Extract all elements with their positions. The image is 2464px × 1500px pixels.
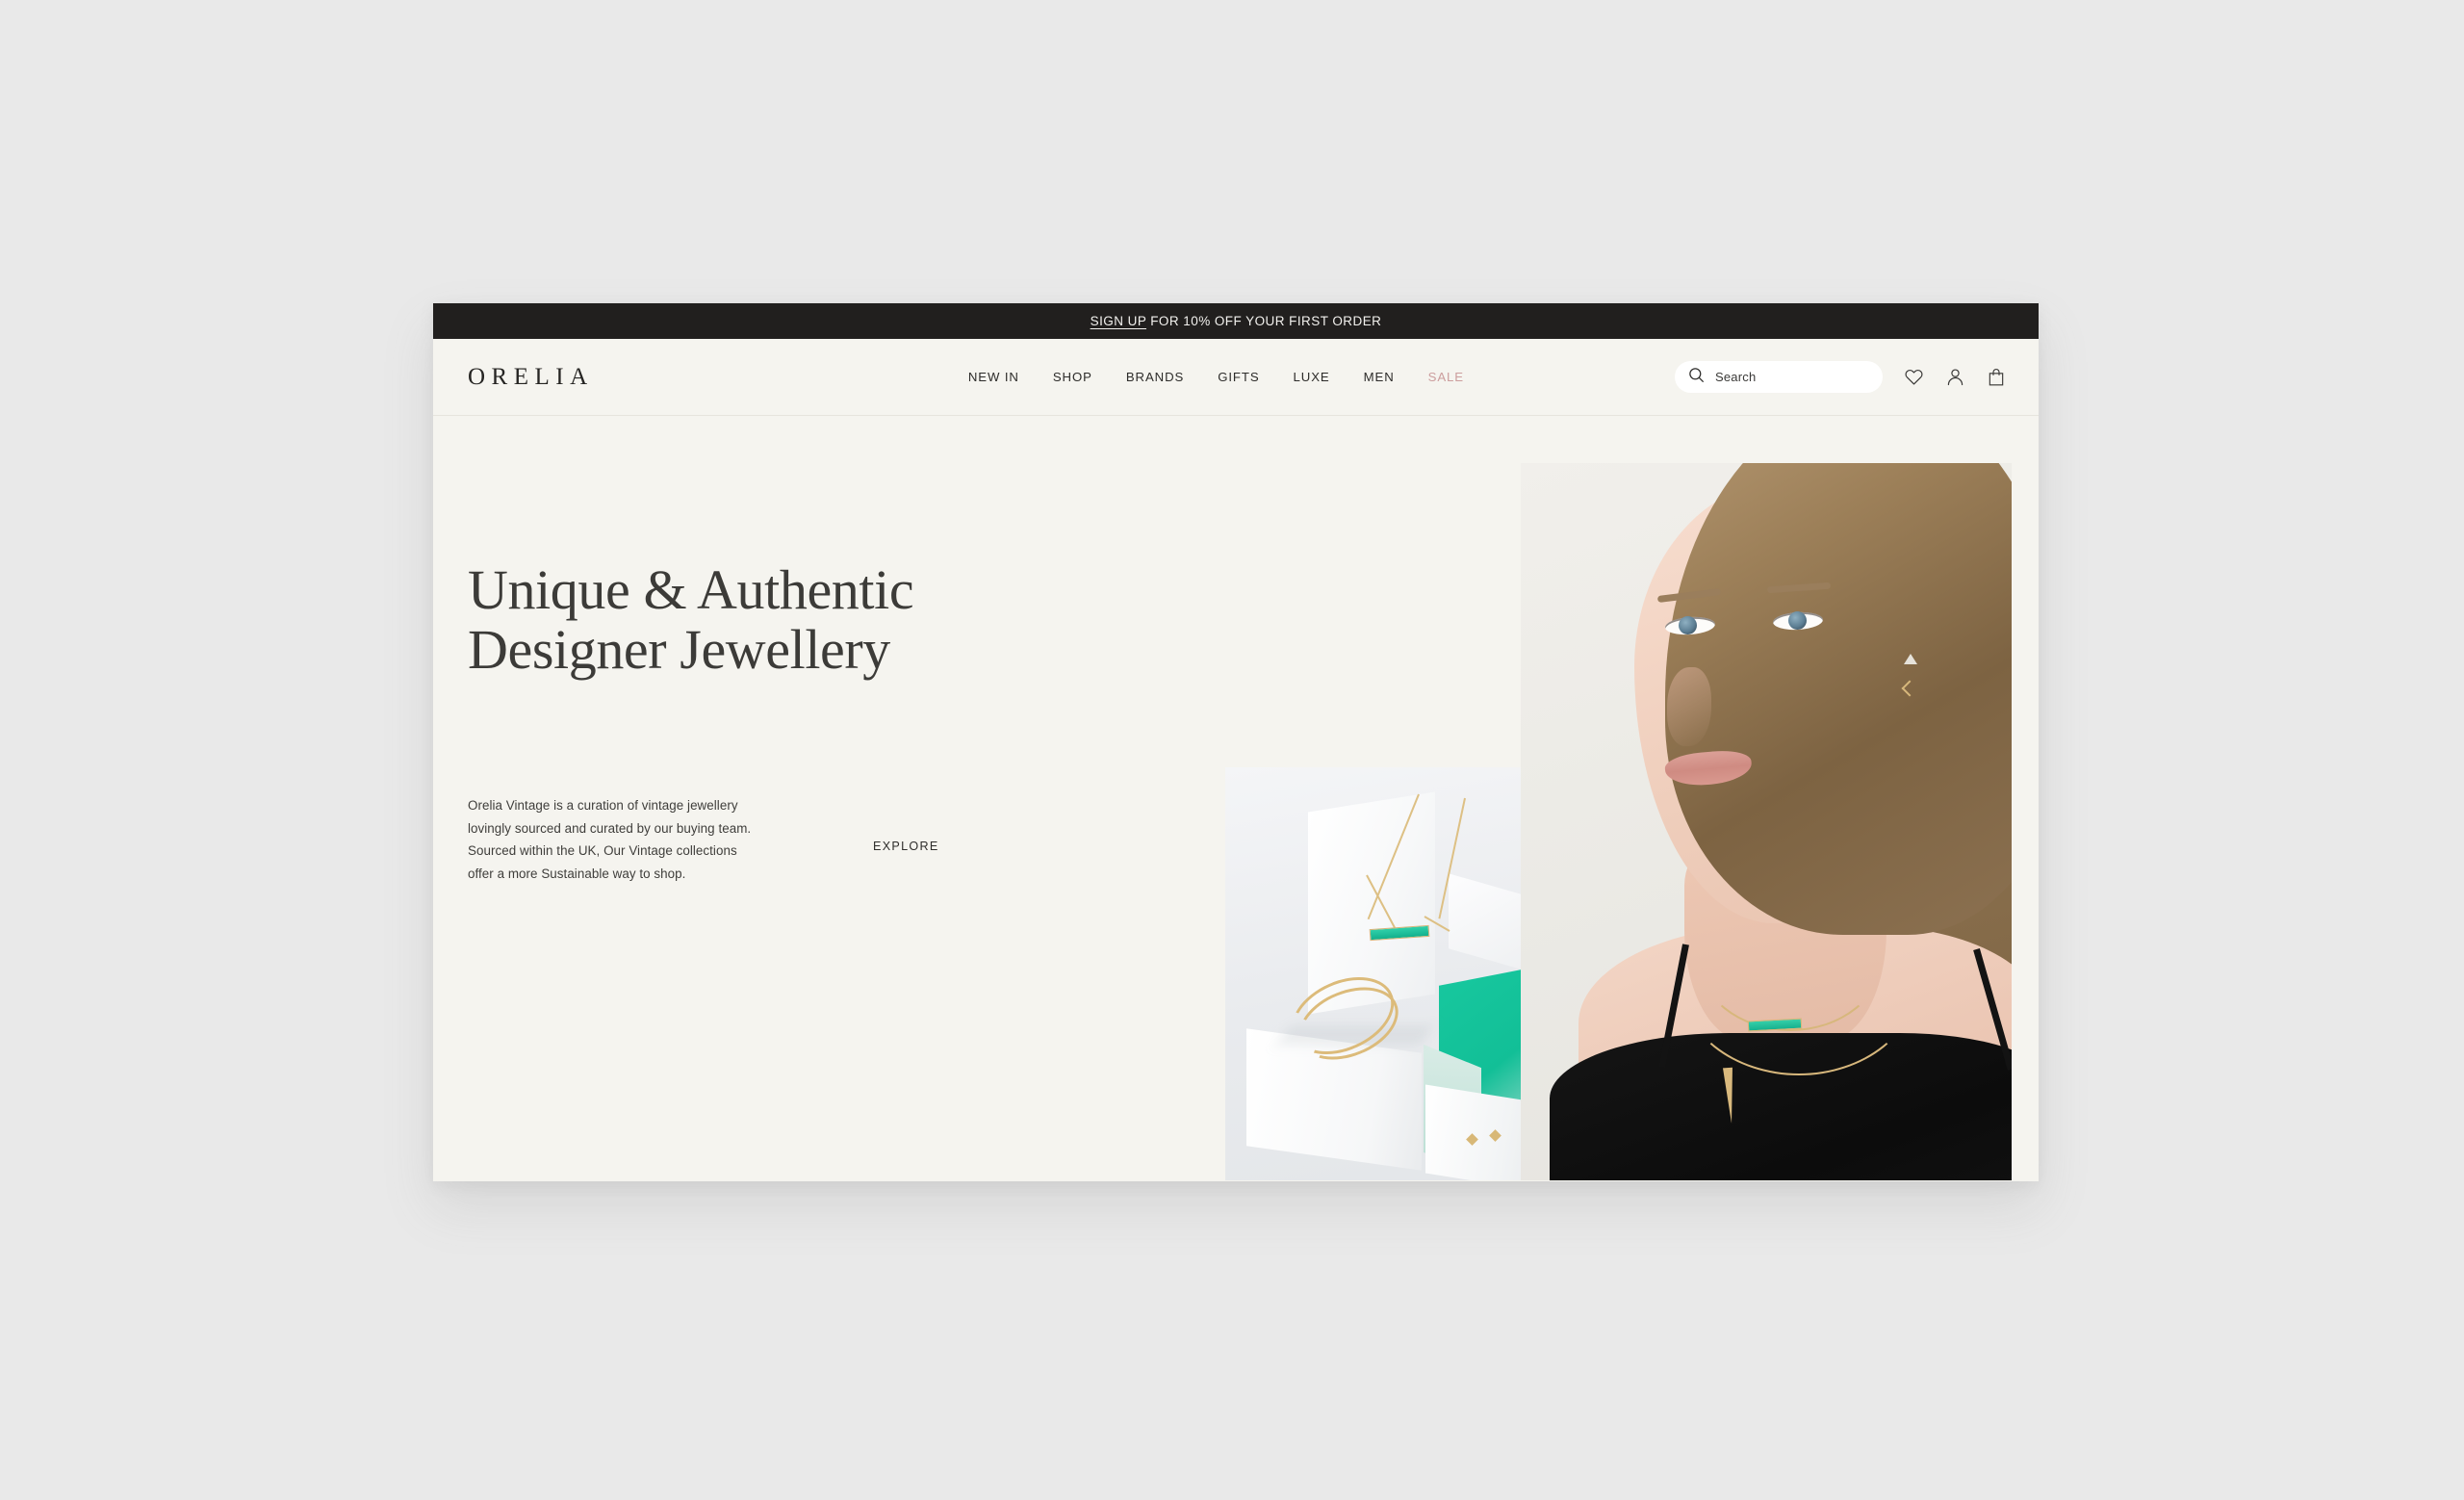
announcement-bar: SIGN UP FOR 10% OFF YOUR FIRST ORDER	[433, 303, 2039, 339]
nav-item-brands[interactable]: BRANDS	[1126, 370, 1184, 384]
shopping-bag-icon[interactable]	[1987, 367, 2006, 387]
nav-item-new-in[interactable]: NEW IN	[968, 370, 1019, 384]
announcement-rest-text: FOR 10% OFF YOUR FIRST ORDER	[1146, 314, 1382, 328]
nav-item-sale[interactable]: SALE	[1428, 370, 1464, 384]
nav-item-men[interactable]: MEN	[1364, 370, 1395, 384]
sign-up-link[interactable]: SIGN UP	[1091, 314, 1146, 328]
nav-item-gifts[interactable]: GIFTS	[1218, 370, 1259, 384]
heart-icon[interactable]	[1904, 367, 1924, 387]
primary-nav: NEW IN SHOP BRANDS GIFTS LUXE MEN SALE	[968, 370, 1464, 384]
model-iris	[1679, 616, 1697, 634]
model-nose	[1667, 667, 1711, 746]
desktop-backdrop: SIGN UP FOR 10% OFF YOUR FIRST ORDER ORE…	[0, 0, 2464, 1500]
site-canvas: SIGN UP FOR 10% OFF YOUR FIRST ORDER ORE…	[433, 303, 2039, 1181]
headline-line-2: Designer Jewellery	[468, 618, 890, 682]
header-actions: Search	[1675, 361, 2006, 393]
search-icon	[1688, 367, 1705, 388]
page-title: Unique & Authentic Designer Jewellery	[468, 558, 1007, 682]
site-header: ORELIA NEW IN SHOP BRANDS GIFTS LUXE MEN…	[433, 339, 2039, 416]
announcement-text: SIGN UP FOR 10% OFF YOUR FIRST ORDER	[1091, 314, 1382, 328]
explore-link[interactable]: EXPLORE	[873, 840, 939, 853]
nav-item-shop[interactable]: SHOP	[1053, 370, 1092, 384]
headline-line-1: Unique & Authentic	[468, 558, 914, 621]
model-hero-image	[1521, 463, 2012, 1180]
nav-item-luxe[interactable]: LUXE	[1294, 370, 1330, 384]
model-necklace-chain	[1679, 883, 1919, 1075]
search-input[interactable]: Search	[1675, 361, 1883, 393]
brand-logo[interactable]: ORELIA	[468, 364, 594, 391]
hero-section: Unique & Authentic Designer Jewellery Ore…	[433, 416, 2039, 1180]
hero-description: Orelia Vintage is a curation of vintage …	[468, 798, 752, 881]
model-triangle-stud-earring	[1904, 654, 1917, 664]
hero-copy: Unique & Authentic Designer Jewellery	[468, 558, 1007, 682]
hero-body-block: Orelia Vintage is a curation of vintage …	[468, 794, 757, 885]
model-iris	[1788, 611, 1807, 630]
search-placeholder: Search	[1715, 370, 1757, 384]
account-icon[interactable]	[1945, 367, 1965, 387]
model-hair	[1665, 463, 2012, 935]
